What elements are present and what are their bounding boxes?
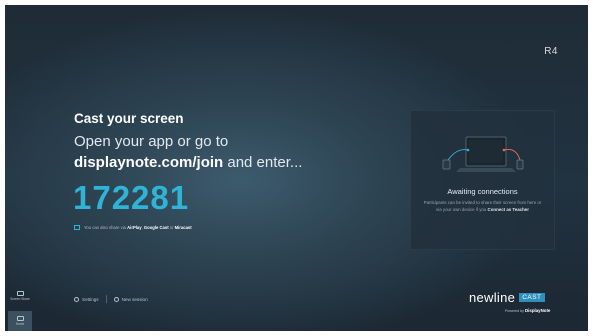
displaynote-label: DisplayNote: [524, 308, 551, 313]
sidebar: Screen Share Home: [8, 287, 34, 331]
laptop-connection-illustration: [442, 136, 524, 172]
cast-title: Cast your screen: [74, 111, 184, 126]
cast-home-screen: R4 Cast your screen Open your app or go …: [5, 5, 588, 331]
brand-badge: CAST: [519, 293, 545, 302]
cast-icon: [74, 225, 80, 230]
miracast-label: Miracast: [174, 225, 192, 230]
awaiting-connections-panel: Awaiting connections Participants can be…: [410, 110, 555, 250]
refresh-icon: [113, 296, 119, 302]
protocols-text: You can also share via AirPlay, Google C…: [84, 225, 192, 230]
join-url: displaynote.com/join: [74, 154, 224, 171]
newline-cast-logo: newline CAST: [469, 290, 545, 305]
footer-links: Settings New session: [74, 295, 148, 303]
new-session-button[interactable]: New session: [113, 296, 148, 302]
home-icon: [16, 316, 24, 321]
brand-wordmark: newline: [469, 290, 516, 305]
powered-by: Powered by DisplayNote: [505, 308, 550, 313]
connect-as-teacher-link[interactable]: Connect as Teacher: [488, 207, 529, 212]
cast-instruction-suffix: and enter...: [223, 154, 303, 171]
airplay-label: AirPlay: [127, 225, 142, 230]
sidebar-item-label: Screen Share: [10, 296, 30, 301]
awaiting-connections-text: Participants can be invited to share the…: [421, 200, 544, 214]
footer-divider: [105, 295, 107, 303]
cast-instruction-line2: displaynote.com/join and enter...: [74, 154, 302, 171]
protocols-note: You can also share via AirPlay, Google C…: [74, 225, 192, 230]
protocols-prefix: You can also share via: [84, 225, 128, 230]
powered-by-prefix: Powered by: [505, 309, 525, 313]
settings-button[interactable]: Settings: [74, 296, 99, 302]
screen-share-icon: [16, 290, 24, 296]
settings-label: Settings: [82, 296, 99, 302]
sidebar-item-screen-share[interactable]: Screen Share: [8, 287, 32, 304]
room-code: R4: [544, 46, 558, 57]
sidebar-item-label: Home: [15, 322, 25, 326]
google-cast-label: Google Cast: [143, 225, 169, 230]
awaiting-connections-title: Awaiting connections: [447, 187, 518, 196]
new-session-label: New session: [121, 296, 148, 302]
sidebar-item-home[interactable]: Home: [8, 311, 32, 331]
gear-icon: [74, 296, 79, 302]
cast-instruction-line1: Open your app or go to: [74, 133, 229, 150]
session-code: 172281: [73, 179, 190, 216]
